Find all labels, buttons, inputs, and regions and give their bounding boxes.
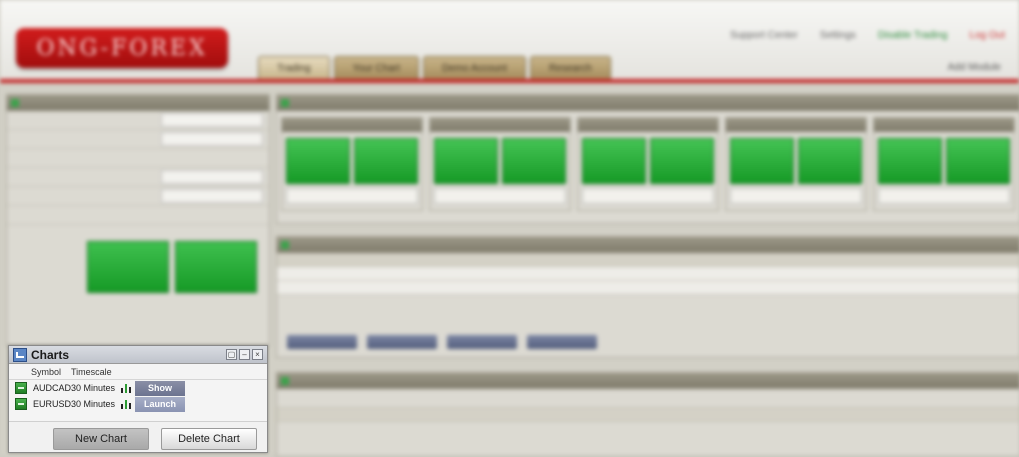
order-action-button[interactable] [367,335,437,349]
order-panel-title [7,95,269,111]
order-row [7,168,269,187]
new-chart-button[interactable]: New Chart [53,428,149,450]
charts-table-header: Symbol Timescale [9,364,267,380]
delete-chart-button[interactable]: Delete Chart [161,428,257,450]
order-action-button[interactable] [527,335,597,349]
chart-timescale: 30 Minutes [71,399,116,409]
orders-actions [287,335,597,349]
window-controls: ▢ – × [226,349,263,360]
header-divider [0,79,1019,83]
rate-tile[interactable] [429,117,571,211]
rates-board [276,94,1019,224]
show-button[interactable]: Show [135,380,185,396]
launch-button[interactable]: Launch [135,396,185,412]
rate-tile[interactable] [725,117,867,211]
minimize-icon[interactable]: – [239,349,250,360]
open-orders-title [277,237,1019,253]
table-header [277,253,1019,267]
main-tabs: Trading Your Chart Demo Account Research [258,56,611,79]
order-field[interactable] [161,132,263,146]
tab-trading[interactable]: Trading [258,56,330,79]
disable-trading-link[interactable]: Disable Trading [878,30,947,41]
open-positions-title [277,373,1019,389]
order-row [7,111,269,130]
close-icon[interactable]: × [252,349,263,360]
order-row [7,206,269,225]
order-row [7,130,269,149]
top-links: Support Center Settings Disable Trading … [730,30,1005,41]
tab-research[interactable]: Research [530,56,611,79]
chart-row-audcad[interactable]: AUDCAD 30 Minutes Show [9,380,267,396]
chart-symbol: EURUSD [33,399,72,409]
order-field[interactable] [161,170,263,184]
chart-symbol: AUDCAD [33,383,72,393]
logout-link[interactable]: Log Out [969,30,1005,41]
charts-window-title: Charts [31,347,70,362]
rates-board-title [277,95,1019,111]
order-row [7,187,269,206]
table-row[interactable] [277,267,1019,281]
order-action-button[interactable] [287,335,357,349]
chart-timescale: 30 Minutes [71,383,116,393]
table-row[interactable] [277,281,1019,295]
symbol-column-header: Symbol [31,366,62,377]
top-bar: ONG-FOREX Support Center Settings Disabl… [0,0,1019,82]
add-module-link[interactable]: Add Module [948,62,1001,73]
charts-icon [13,347,27,362]
timescale-column-header: Timescale [71,366,112,377]
buy-price-box[interactable] [175,241,257,293]
charts-window-titlebar[interactable]: Charts ▢ – × [9,346,267,364]
sell-price-box[interactable] [87,241,169,293]
chart-row-eurusd[interactable]: EURUSD 30 Minutes Launch [9,396,267,412]
candlestick-icon [121,383,133,393]
open-positions-panel [276,372,1019,457]
tab-demo-account[interactable]: Demo Account [422,56,527,79]
tab-your-chart[interactable]: Your Chart [333,56,419,79]
rate-tile[interactable] [873,117,1015,211]
order-panel [6,94,270,346]
settings-link[interactable]: Settings [820,30,856,41]
positions-filter-row [277,389,1019,408]
charts-window: Charts ▢ – × Symbol Timescale AUDCAD 30 … [8,345,268,453]
candlestick-icon [121,399,133,409]
order-row [7,149,269,168]
open-orders-panel [276,236,1019,358]
rate-tile[interactable] [577,117,719,211]
rate-tile[interactable] [281,117,423,211]
order-field[interactable] [161,189,263,203]
restore-icon[interactable]: ▢ [226,349,237,360]
order-action-button[interactable] [447,335,517,349]
support-link[interactable]: Support Center [730,30,798,41]
table-header [277,408,1019,422]
chart-icon [15,398,27,410]
chart-icon [15,382,27,394]
brand-logo: ONG-FOREX [16,28,228,68]
order-field[interactable] [161,113,263,127]
charts-window-footer: New Chart Delete Chart [9,421,267,452]
